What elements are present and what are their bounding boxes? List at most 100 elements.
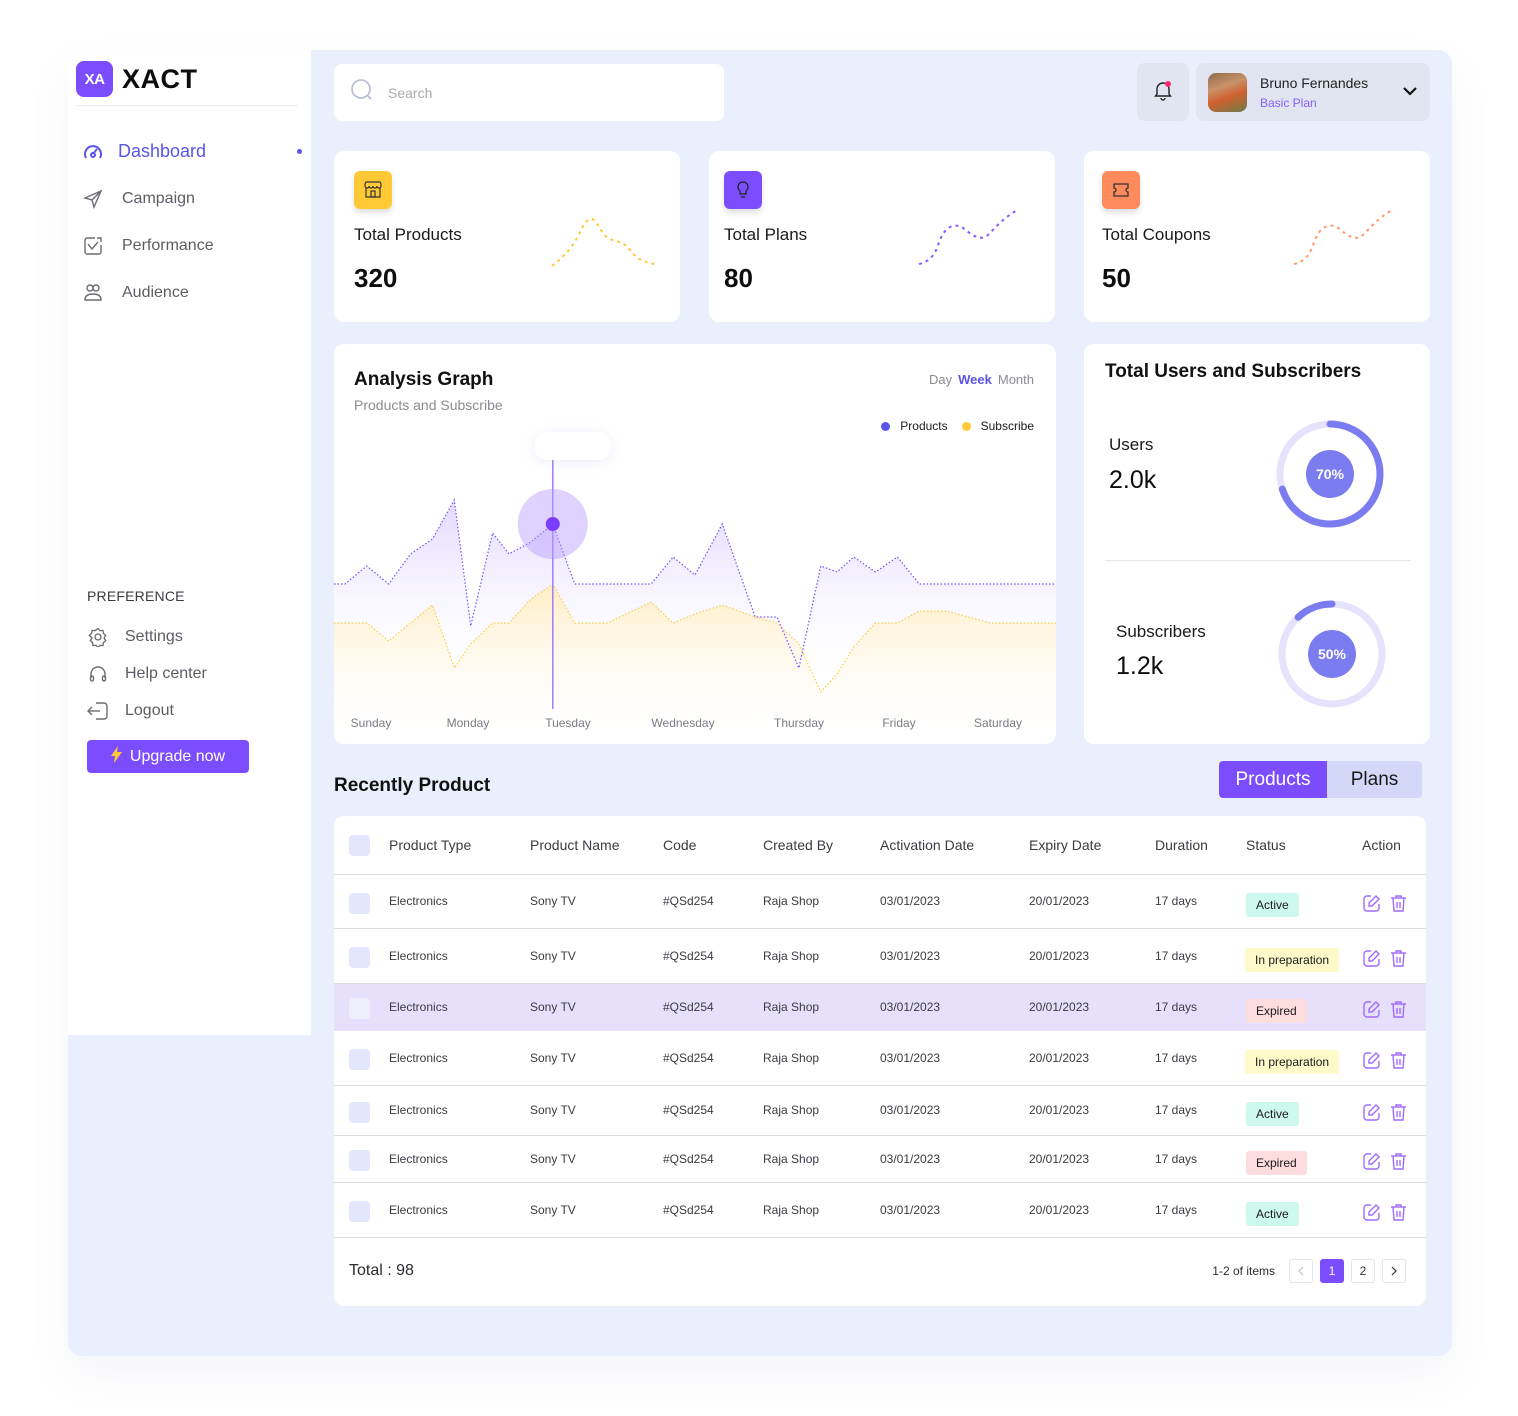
delete-button[interactable] <box>1390 1203 1407 1222</box>
cell-duration: 17 days <box>1155 999 1198 1014</box>
cell-name: Sony TV <box>530 1103 576 1117</box>
edit-icon <box>1363 895 1380 912</box>
edit-button[interactable] <box>1362 1152 1381 1171</box>
x-tick-label: Thursday <box>774 716 824 730</box>
delete-button[interactable] <box>1390 1000 1407 1019</box>
cell-duration: 17 days <box>1155 894 1198 908</box>
row-actions <box>1362 1152 1407 1171</box>
next-page-button[interactable] <box>1382 1259 1406 1283</box>
range-day[interactable]: Day <box>929 372 952 387</box>
highlight-point[interactable] <box>545 517 560 531</box>
sidebar-item-label: Performance <box>122 236 214 254</box>
cell-code: #QSd254 <box>663 999 714 1014</box>
row-actions <box>1362 1103 1407 1122</box>
x-tick-label: Friday <box>882 716 915 730</box>
edit-button[interactable] <box>1362 1103 1381 1122</box>
sidebar-item-logout[interactable]: Logout <box>87 692 287 729</box>
table-row[interactable]: Electronics Sony TV #QSd254 Raja Shop 03/01/… <box>334 984 1426 1031</box>
search-icon <box>350 78 374 107</box>
column-header[interactable]: Product Type <box>389 837 471 853</box>
delete-button[interactable] <box>1390 1051 1407 1070</box>
legend-swatch <box>961 421 971 431</box>
sidebar-item-dashboard[interactable]: Dashboard <box>82 128 302 175</box>
subscribers-value: 1.2k <box>1116 652 1164 680</box>
cell-activation: 03/01/2023 <box>880 1050 941 1065</box>
sidebar-item-help-center[interactable]: Help center <box>87 655 287 692</box>
trash-icon <box>1391 895 1406 912</box>
tab-products[interactable]: Products <box>1219 761 1327 798</box>
table-row[interactable]: Electronics Sony TV #QSd254 Raja Shop 03/01/… <box>334 1086 1426 1136</box>
cell-code: #QSd254 <box>663 1151 714 1166</box>
column-header[interactable]: Expiry Date <box>1029 837 1101 853</box>
range-month[interactable]: Month <box>998 372 1034 387</box>
delete-button[interactable] <box>1390 949 1407 968</box>
sparkline <box>551 218 655 267</box>
cell-name: Sony TV <box>530 1151 576 1166</box>
column-header[interactable]: Created By <box>763 837 833 853</box>
column-header[interactable]: Product Name <box>530 837 619 853</box>
range-week[interactable]: Week <box>958 372 992 387</box>
table-row[interactable]: Electronics Sony TV #QSd254 Raja Shop 03/01/… <box>334 1136 1426 1183</box>
delete-button[interactable] <box>1390 894 1407 913</box>
sidebar-item-performance[interactable]: Performance <box>82 222 302 269</box>
sidebar-item-label: Campaign <box>122 189 195 207</box>
page-button-2[interactable]: 2 <box>1351 1259 1375 1283</box>
edit-button[interactable] <box>1362 949 1381 968</box>
sidebar: XA XACT Dashboard Campaign Performance A… <box>68 50 311 1035</box>
table-row[interactable]: Electronics Sony TV #QSd254 Raja Shop 03/01/… <box>334 929 1426 984</box>
row-checkbox[interactable] <box>349 1201 370 1222</box>
chart-tooltip <box>534 432 611 460</box>
user-profile-menu[interactable]: Bruno Fernandes Basic Plan <box>1196 63 1430 121</box>
range-selector: Day Week Month <box>929 372 1034 387</box>
table-row[interactable]: Electronics Sony TV #QSd254 Raja Shop 03/01/… <box>334 1183 1426 1238</box>
edit-button[interactable] <box>1362 1000 1381 1019</box>
search-input[interactable] <box>388 84 688 101</box>
row-checkbox[interactable] <box>349 947 370 968</box>
row-checkbox[interactable] <box>349 1049 370 1070</box>
edit-button[interactable] <box>1362 1051 1381 1070</box>
cell-code: #QSd254 <box>663 1103 714 1117</box>
edit-button[interactable] <box>1362 894 1381 913</box>
cell-name: Sony TV <box>530 894 576 908</box>
cell-code: #QSd254 <box>663 1202 714 1217</box>
chevron-left-icon <box>1298 1266 1304 1276</box>
prev-page-button[interactable] <box>1289 1259 1313 1283</box>
table-total: Total : 98 <box>349 1262 414 1279</box>
users-subscribers-card: Total Users and Subscribers Users 2.0k 7… <box>1084 344 1430 744</box>
table-row[interactable]: Electronics Sony TV #QSd254 Raja Shop 03/01/… <box>334 1031 1426 1086</box>
row-checkbox[interactable] <box>349 998 370 1019</box>
cell-created-by: Raja Shop <box>763 1050 820 1065</box>
store-icon <box>354 171 392 209</box>
edit-icon <box>1363 1051 1380 1069</box>
column-header[interactable]: Code <box>663 837 696 853</box>
page-button-1[interactable]: 1 <box>1320 1259 1344 1283</box>
trash-icon <box>1391 949 1406 967</box>
notifications-button[interactable] <box>1137 63 1189 121</box>
row-actions <box>1362 1203 1407 1222</box>
delete-button[interactable] <box>1390 1103 1407 1122</box>
select-all-checkbox[interactable] <box>349 835 370 856</box>
tab-plans[interactable]: Plans <box>1327 761 1422 798</box>
row-checkbox[interactable] <box>349 892 370 914</box>
column-header[interactable]: Status <box>1246 837 1286 853</box>
cell-code: #QSd254 <box>663 1050 714 1065</box>
sidebar-item-campaign[interactable]: Campaign <box>82 175 302 222</box>
logo-badge: XA <box>76 61 113 97</box>
logout-icon <box>87 700 109 722</box>
edit-button[interactable] <box>1362 1203 1381 1222</box>
delete-button[interactable] <box>1390 1152 1407 1171</box>
sidebar-item-audience[interactable]: Audience <box>82 269 302 316</box>
cell-activation: 03/01/2023 <box>880 894 941 908</box>
upgrade-button[interactable]: Upgrade now <box>87 740 249 773</box>
row-checkbox[interactable] <box>349 1101 370 1123</box>
x-tick-label: Wednesday <box>651 716 714 730</box>
column-header[interactable]: Duration <box>1155 837 1208 853</box>
row-checkbox[interactable] <box>349 1150 370 1171</box>
chevron-down-icon <box>1402 83 1418 101</box>
performance-chart-icon <box>82 235 104 257</box>
table-row[interactable]: Electronics Sony TV #QSd254 Raja Shop 03/01/… <box>334 875 1426 929</box>
bell-icon <box>1152 79 1174 106</box>
cell-expiry: 20/01/2023 <box>1029 1103 1090 1117</box>
sidebar-item-settings[interactable]: Settings <box>87 618 287 655</box>
column-header[interactable]: Activation Date <box>880 837 974 853</box>
